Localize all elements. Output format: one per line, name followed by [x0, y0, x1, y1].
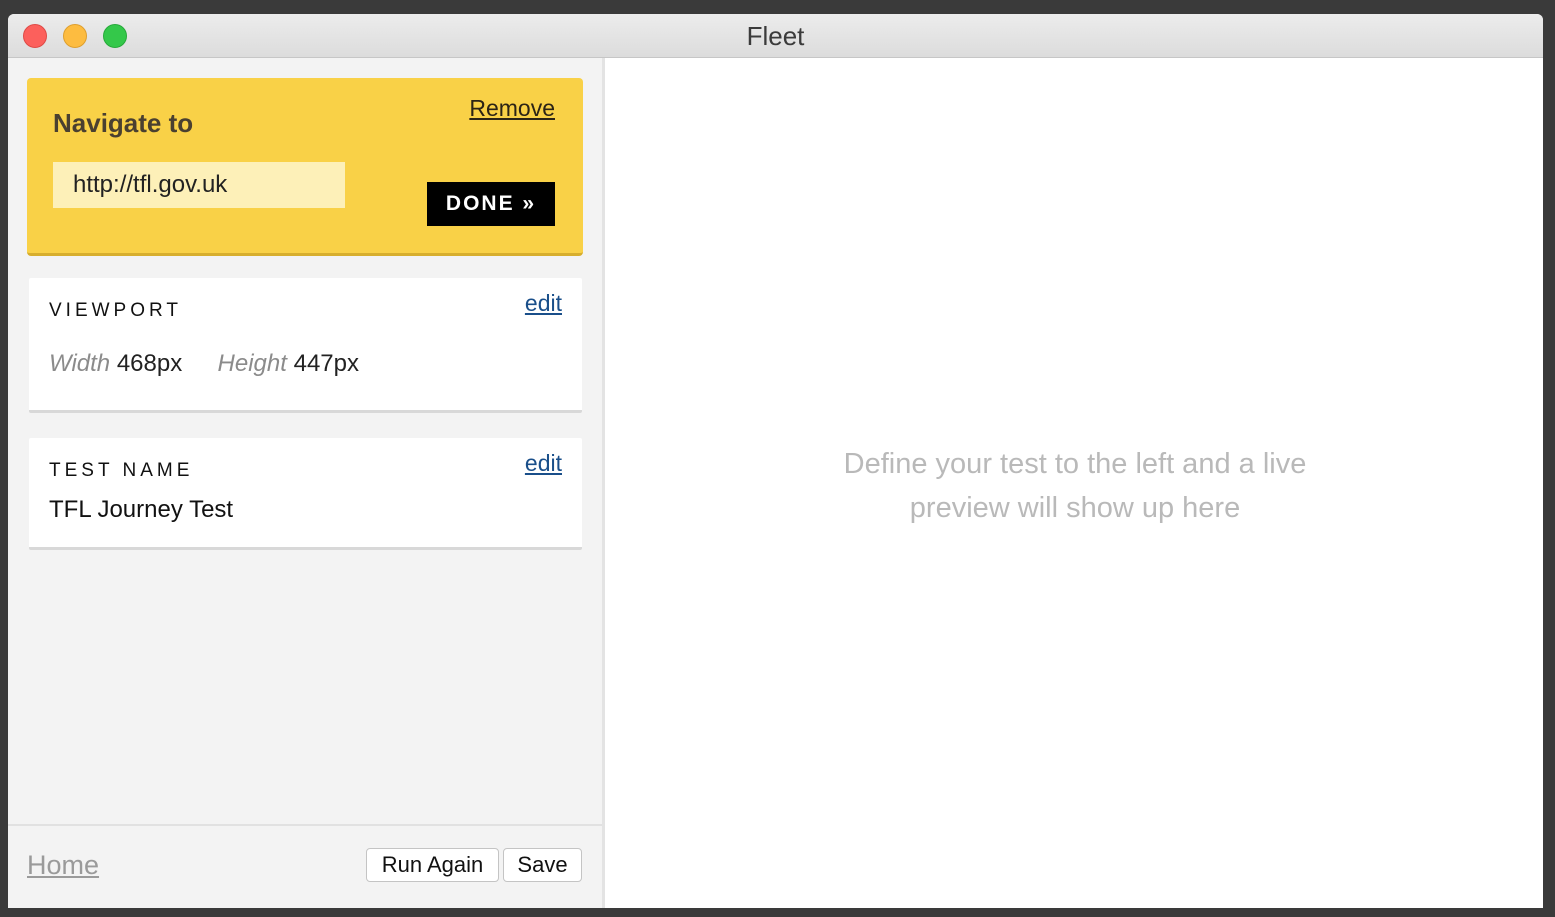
- live-preview-pane: Define your test to the left and a live …: [605, 58, 1543, 908]
- navigate-step-card: Navigate to Remove DONE »: [27, 78, 583, 256]
- run-again-button[interactable]: Run Again: [366, 848, 499, 882]
- viewport-heading: VIEWPORT: [49, 300, 182, 321]
- width-value: 468px: [116, 350, 183, 377]
- test-name-value: TFL Journey Test: [49, 496, 234, 523]
- test-name-edit-link[interactable]: edit: [525, 450, 562, 477]
- viewport-card: VIEWPORT edit Width 468px Height 447px: [29, 278, 582, 413]
- test-name-card: TEST NAME edit TFL Journey Test: [29, 438, 582, 550]
- preview-placeholder-message: Define your test to the left and a live …: [843, 448, 1307, 524]
- done-button[interactable]: DONE »: [427, 182, 555, 226]
- navigate-step-title: Navigate to: [53, 108, 194, 138]
- window-title: Fleet: [746, 21, 805, 51]
- title-bar: Fleet: [8, 14, 1543, 58]
- viewport-edit-link[interactable]: edit: [525, 290, 562, 317]
- home-link[interactable]: Home: [27, 850, 99, 881]
- remove-step-link[interactable]: Remove: [469, 95, 555, 122]
- sidebar: Navigate to Remove DONE » VIEWPORT edit …: [8, 58, 605, 908]
- save-button[interactable]: Save: [503, 848, 582, 882]
- app-window: Fleet Navigate to Remove DONE » VIEWPORT…: [8, 14, 1543, 908]
- width-label: Width: [49, 350, 111, 377]
- height-label: Height: [217, 350, 287, 377]
- viewport-dimensions: Width 468px Height 447px: [49, 350, 359, 378]
- url-input[interactable]: [53, 162, 345, 208]
- sidebar-footer: Home Run Again Save: [8, 824, 602, 908]
- test-name-heading: TEST NAME: [49, 460, 194, 481]
- height-value: 447px: [293, 350, 359, 377]
